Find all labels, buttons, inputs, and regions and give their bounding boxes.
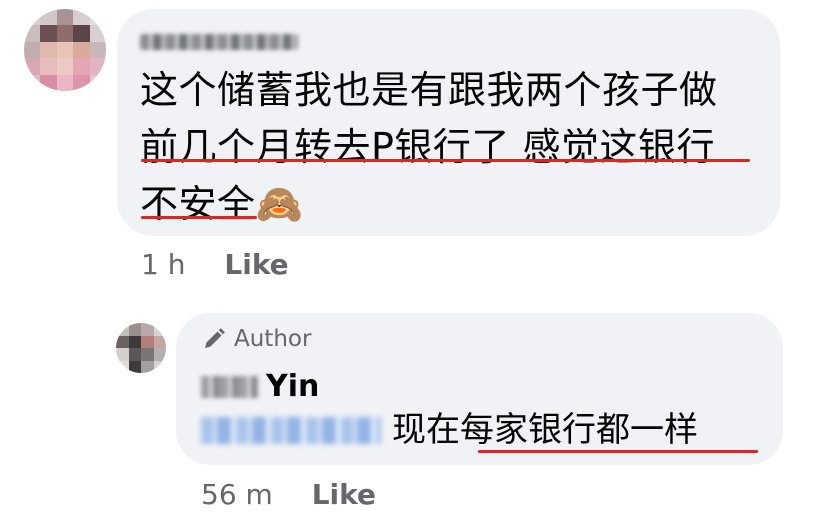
mention-tag-redacted[interactable]: [201, 417, 381, 444]
comment-line-3: 不安全🙈: [140, 182, 304, 226]
reply-body: 现在每家银行都一样: [392, 410, 698, 450]
reply-avatar[interactable]: [116, 323, 166, 373]
reply-underline: [478, 450, 758, 453]
author-badge-label: Author: [234, 326, 312, 352]
author-badge: Author: [202, 326, 311, 352]
comment-underline-2: [141, 159, 750, 162]
pen-author-icon: [205, 328, 225, 348]
reply-meta: 56 m Like: [201, 478, 376, 511]
commenter-name-redacted[interactable]: [140, 34, 298, 50]
comment-underline-3: [141, 216, 257, 219]
reply-author-name[interactable]: Yin: [201, 369, 319, 404]
comment-like-button[interactable]: Like: [224, 248, 288, 281]
comment-body: 这个储蓄我也是有跟我两个孩子做 前几个月转去P银行了 感觉这银行 不安全🙈: [140, 62, 718, 233]
reply-author-name-redacted: [201, 375, 258, 398]
comment-line-1: 这个储蓄我也是有跟我两个孩子做: [140, 68, 718, 112]
comment-time[interactable]: 1 h: [141, 248, 185, 281]
reply-author-visible-name[interactable]: Yin: [266, 369, 319, 404]
commenter-avatar[interactable]: [24, 9, 106, 91]
reply-like-button[interactable]: Like: [312, 478, 376, 511]
comment-line-2: 前几个月转去P银行了 感觉这银行: [140, 125, 715, 169]
comment-meta: 1 h Like: [141, 248, 289, 281]
reply-time[interactable]: 56 m: [201, 478, 273, 511]
